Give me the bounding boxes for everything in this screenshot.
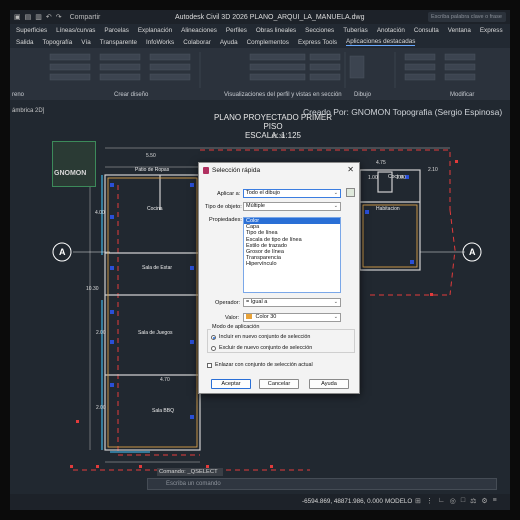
- dimension-label: 1.00: [396, 175, 406, 181]
- polar-icon[interactable]: ◎: [450, 497, 456, 505]
- apply-to-label: Aplicar a:: [217, 191, 241, 197]
- section-mark: A: [59, 247, 66, 257]
- value-label: Valor:: [225, 315, 240, 321]
- value-select[interactable]: Color 30 ⌄: [243, 313, 341, 322]
- dialog-title: Selección rápida: [212, 166, 261, 174]
- dimension-label: 10.30: [86, 286, 99, 292]
- value-text: Color 30: [255, 314, 277, 320]
- status-tools: ⊞ ⋮ ∟ ◎ □ ⚖ ⚙ ≡: [415, 497, 497, 505]
- operator-label: Operador:: [215, 300, 241, 306]
- exclude-label: Excluir de nuevo conjunto de selección: [219, 345, 313, 351]
- snap-icon[interactable]: ⋮: [426, 497, 433, 505]
- settings-icon[interactable]: ⚙: [481, 497, 487, 505]
- chevron-down-icon: ⌄: [333, 203, 338, 209]
- object-type-select[interactable]: Múltiple ⌄: [243, 202, 341, 211]
- include-radio[interactable]: [211, 334, 216, 340]
- dimension-label: 2.00: [96, 330, 106, 336]
- append-checkbox[interactable]: [207, 362, 212, 368]
- menu-icon[interactable]: ≡: [493, 497, 497, 505]
- chevron-down-icon: ⌄: [333, 190, 338, 196]
- dimension-label: 5.50: [146, 153, 156, 159]
- dimension-label: 21.30: [272, 134, 285, 140]
- app-window: ▣ ▤ ▥ ↶ ↷ Compartir Autodesk Civil 3D 20…: [10, 10, 510, 510]
- room-label: Cocina: [147, 206, 163, 212]
- gnomon-logo: [52, 141, 96, 187]
- dimension-label: 4.00: [95, 210, 105, 216]
- include-radio-row[interactable]: Incluir en nuevo conjunto de selección: [211, 334, 310, 340]
- append-label: Enlazar con conjunto de selección actual: [215, 362, 313, 368]
- dimension-label: 2.00: [96, 405, 106, 411]
- coordinates-readout: -6594.869, 48871.986, 0.000: [302, 498, 383, 505]
- exclude-radio[interactable]: [211, 345, 216, 351]
- select-objects-button[interactable]: [346, 188, 355, 197]
- chevron-down-icon: ⌄: [333, 314, 338, 320]
- apply-mode-title: Modo de aplicación: [211, 324, 261, 330]
- object-type-label: Tipo de objeto:: [205, 204, 242, 210]
- room-label: Sala de Estar: [142, 265, 173, 271]
- command-history: Comando: _QSELECT: [157, 468, 223, 476]
- include-label: Incluir en nuevo conjunto de selección: [219, 334, 311, 340]
- status-bar: -6594.869, 48871.986, 0.000 MODELO ⊞ ⋮ ∟…: [10, 494, 510, 510]
- credit-text: Creado Por: GNOMON Topografia (Sergio Es…: [303, 107, 503, 117]
- properties-label: Propiedades:: [209, 217, 242, 223]
- color-swatch: [246, 314, 252, 320]
- room-label: Sala de Juegos: [138, 330, 173, 336]
- dimension-label: 1.00: [368, 175, 378, 181]
- dimension-label: 2.10: [428, 167, 438, 173]
- room-label: Patio de Ropas: [135, 167, 170, 173]
- operator-select[interactable]: = Igual a ⌄: [243, 298, 341, 307]
- model-space-button[interactable]: MODELO: [385, 498, 412, 505]
- operator-value: = Igual a: [246, 299, 268, 305]
- apply-to-value: Todo el dibujo: [246, 190, 280, 196]
- properties-list[interactable]: Color Capa Tipo de línea Escala de tipo …: [243, 217, 341, 293]
- ok-button[interactable]: Aceptar: [211, 379, 251, 389]
- apply-to-select[interactable]: Todo el dibujo ⌄: [243, 189, 341, 198]
- list-item[interactable]: Hipervínculo: [244, 261, 340, 267]
- append-checkbox-row[interactable]: Enlazar con conjunto de selección actual: [207, 362, 313, 368]
- section-mark: A: [469, 247, 476, 257]
- command-input[interactable]: Escriba un comando: [147, 478, 497, 490]
- chevron-down-icon: ⌄: [333, 299, 338, 305]
- object-type-value: Múltiple: [246, 203, 265, 209]
- gnomon-logo-text: GNOMON: [54, 170, 87, 177]
- exclude-radio-row[interactable]: Excluir de nuevo conjunto de selección: [211, 345, 312, 351]
- ortho-icon[interactable]: ∟: [438, 497, 445, 505]
- room-label: Sala BBQ: [152, 408, 174, 414]
- autocad-icon: [203, 166, 209, 174]
- osnap-icon[interactable]: □: [461, 497, 465, 505]
- quick-select-dialog: Selección rápida ✕ Aplicar a: Todo el di…: [198, 162, 360, 394]
- dimension-label: 4.70: [160, 377, 170, 383]
- annotation-scale-icon[interactable]: ⚖: [470, 497, 476, 505]
- help-button[interactable]: Ayuda: [309, 379, 349, 389]
- close-icon[interactable]: ✕: [347, 165, 354, 174]
- grid-icon[interactable]: ⊞: [415, 497, 421, 505]
- room-label: Habitacion: [376, 206, 400, 212]
- cancel-button[interactable]: Cancelar: [259, 379, 299, 389]
- dimension-label: 4.75: [376, 160, 386, 166]
- dialog-titlebar[interactable]: Selección rápida: [199, 163, 359, 177]
- viewport-label[interactable]: ámbrica 2D]: [12, 108, 44, 114]
